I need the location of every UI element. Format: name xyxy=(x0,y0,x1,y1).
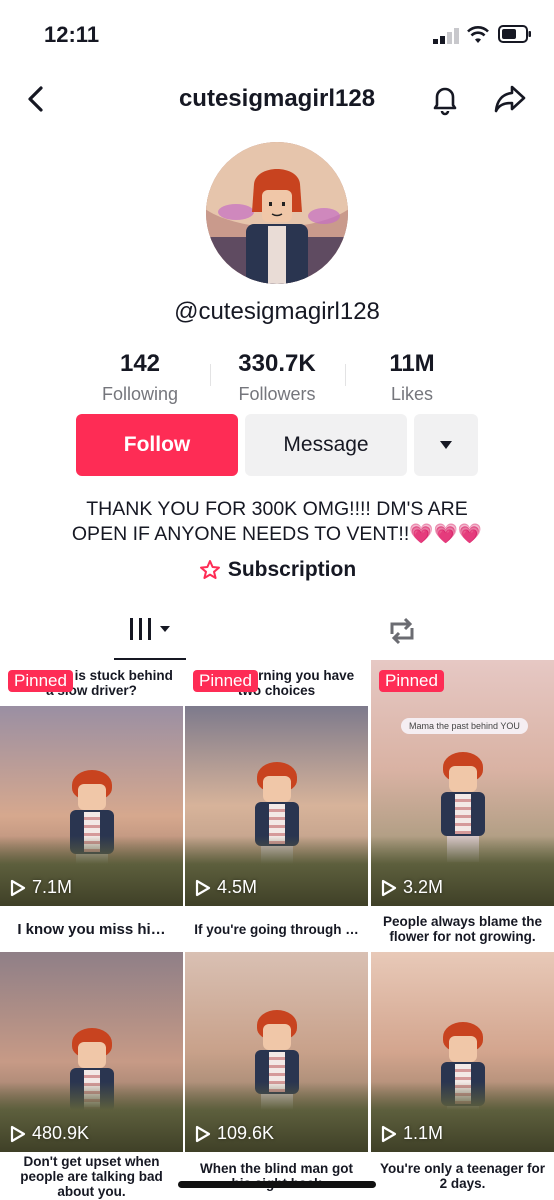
play-icon xyxy=(10,879,26,896)
wifi-icon xyxy=(467,26,489,43)
followers-count: 330.7K xyxy=(238,350,316,377)
view-count-value: 3.2M xyxy=(403,877,444,897)
video-thumbnail[interactable]: If you're going through … 109.6K xyxy=(185,906,368,1152)
status-bar: 12:11 xyxy=(0,0,554,70)
page-title: cutesigmagirl128 xyxy=(178,85,376,112)
bio-line: THANK YOU FOR 300K OMG!!!! DM'S ARE xyxy=(86,498,468,520)
avatar-image xyxy=(206,142,348,284)
view-count-value: 109.6K xyxy=(217,1123,275,1143)
video-caption: If you're going through … xyxy=(185,906,368,952)
view-count-value: 480.9K xyxy=(32,1123,90,1143)
play-icon xyxy=(195,879,211,896)
play-icon xyxy=(381,879,397,896)
likes-stat: 11M Likes xyxy=(342,350,482,405)
bio-line: OPEN IF ANYONE NEEDS TO VENT!!💗💗💗 xyxy=(71,523,483,545)
video-grid: Someone is stuck behind a slow driver? P… xyxy=(0,660,554,1200)
following-label: Following xyxy=(101,384,179,404)
profile-nav-bar: cutesigmagirl128 xyxy=(0,70,554,130)
video-grid-icon xyxy=(130,618,170,640)
share-icon[interactable] xyxy=(492,82,528,116)
message-button[interactable]: Message xyxy=(245,414,407,476)
video-thumbnail[interactable]: Someone is stuck behind a slow driver? P… xyxy=(0,660,183,906)
pinned-badge: Pinned xyxy=(193,670,258,692)
play-icon xyxy=(381,1125,397,1142)
video-scene xyxy=(371,952,554,1152)
signal-icon xyxy=(433,28,459,44)
video-scene xyxy=(0,706,183,906)
followers-stat[interactable]: 330.7K Followers xyxy=(207,350,347,405)
followers-label: Followers xyxy=(238,384,316,404)
profile-stats: 142 Following 330.7K Followers 11M Likes xyxy=(60,350,494,406)
video-scene xyxy=(185,706,368,906)
view-count: 7.1M xyxy=(10,877,72,898)
pinned-badge: Pinned xyxy=(379,670,444,692)
view-count-value: 4.5M xyxy=(217,877,258,897)
more-options-button[interactable] xyxy=(414,414,478,476)
view-count-value: 7.1M xyxy=(32,877,73,897)
follow-button[interactable]: Follow xyxy=(76,414,238,476)
battery-icon xyxy=(498,25,531,43)
pinned-badge: Pinned xyxy=(8,670,73,692)
video-thumbnail[interactable]: every morning you have two choices Pinne… xyxy=(185,660,368,906)
following-stat[interactable]: 142 Following xyxy=(70,350,210,405)
view-count-value: 1.1M xyxy=(403,1123,444,1143)
video-caption[interactable]: When the blind man got his sight back xyxy=(185,1152,368,1200)
following-count: 142 xyxy=(119,350,161,377)
video-scene xyxy=(185,952,368,1152)
status-time: 12:11 xyxy=(44,22,100,47)
view-count: 1.1M xyxy=(381,1123,443,1144)
subscription-link[interactable]: Subscription xyxy=(0,558,554,582)
likes-count: 11M xyxy=(389,350,435,377)
subscription-label: Subscription xyxy=(227,558,357,581)
caret-down-icon xyxy=(440,441,452,449)
video-thumbnail[interactable]: Mama the past behind YOU Pinned 3.2M xyxy=(371,660,554,906)
view-count: 109.6K xyxy=(195,1123,274,1144)
video-scene xyxy=(0,952,183,1152)
video-caption: I know you miss hi… xyxy=(0,906,183,952)
likes-label: Likes xyxy=(390,384,434,404)
subscription-star-icon xyxy=(199,560,220,580)
repost-icon[interactable] xyxy=(382,614,422,648)
video-caption[interactable]: You're only a teenager for 2 days. xyxy=(371,1152,554,1200)
video-caption: People always blame the flower for not g… xyxy=(371,906,554,952)
content-tabs xyxy=(0,604,554,660)
bell-icon[interactable] xyxy=(428,82,462,116)
play-icon xyxy=(10,1125,26,1142)
video-thumbnail[interactable]: I know you miss hi… 480.9K xyxy=(0,906,183,1152)
video-caption[interactable]: Don't get upset when people are talking … xyxy=(0,1152,183,1200)
play-icon xyxy=(195,1125,211,1142)
tab-videos[interactable] xyxy=(114,604,186,660)
view-count: 4.5M xyxy=(195,877,257,898)
profile-bio: THANK YOU FOR 300K OMG!!!! DM'S ARE OPEN… xyxy=(40,497,514,547)
view-count: 480.9K xyxy=(10,1123,89,1144)
profile-handle: @cutesigmagirl128 xyxy=(174,298,380,325)
home-indicator[interactable] xyxy=(178,1181,376,1188)
view-count: 3.2M xyxy=(381,877,443,898)
video-thumbnail[interactable]: People always blame the flower for not g… xyxy=(371,906,554,1152)
video-overlay-text: Mama the past behind YOU xyxy=(401,718,528,734)
video-scene xyxy=(371,660,554,906)
avatar[interactable] xyxy=(206,142,348,284)
